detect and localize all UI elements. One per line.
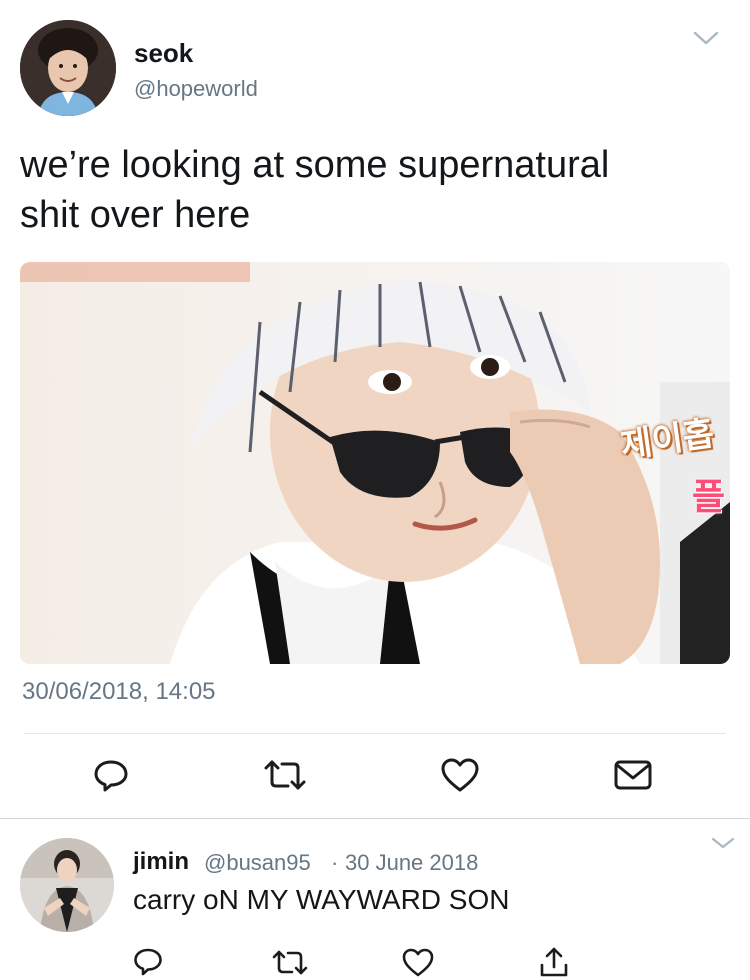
reply-chevron-down-icon[interactable]	[711, 836, 735, 850]
reply-button[interactable]	[88, 752, 134, 798]
retweet-icon	[272, 950, 308, 975]
reply-icon	[134, 948, 162, 976]
reply-author-handle[interactable]: @busan95	[204, 850, 311, 876]
retweet-button[interactable]	[260, 754, 310, 796]
reply-date[interactable]: 30 June 2018	[345, 850, 478, 876]
reply-like-button[interactable]	[400, 944, 436, 980]
reply-icon	[94, 760, 128, 792]
like-button[interactable]	[437, 752, 483, 798]
like-icon	[441, 758, 479, 792]
like-icon	[402, 948, 434, 977]
reply-reply-button[interactable]	[130, 944, 166, 980]
retweet-icon	[264, 760, 306, 790]
divider	[24, 733, 726, 734]
tweet-timestamp[interactable]: 30/06/2018, 14:05	[22, 678, 216, 706]
reply-text: carry oN MY WAYWARD SON	[133, 884, 510, 915]
author-avatar[interactable]	[20, 20, 116, 116]
message-icon	[614, 760, 652, 790]
tweet-text-line-2: shit over here	[20, 194, 251, 236]
author-display-name[interactable]: seok	[134, 38, 193, 69]
message-button[interactable]	[610, 752, 656, 798]
reply-author-avatar[interactable]	[20, 838, 114, 932]
tweet-text-line-1: we’re looking at some supernatural	[20, 144, 610, 186]
share-icon	[540, 947, 568, 977]
author-handle[interactable]: @hopeworld	[134, 76, 258, 102]
reply-meta-separator: ·	[331, 850, 339, 875]
chevron-down-icon[interactable]	[693, 30, 719, 46]
media-overlay-text-bottom: 플	[692, 476, 726, 517]
reply-retweet-button[interactable]	[270, 946, 310, 980]
section-divider	[0, 818, 750, 819]
reply-share-button[interactable]	[536, 944, 572, 980]
reply-author-display-name[interactable]: jimin	[133, 848, 189, 876]
tweet-media-image[interactable]: 제이홉 플	[20, 262, 730, 664]
